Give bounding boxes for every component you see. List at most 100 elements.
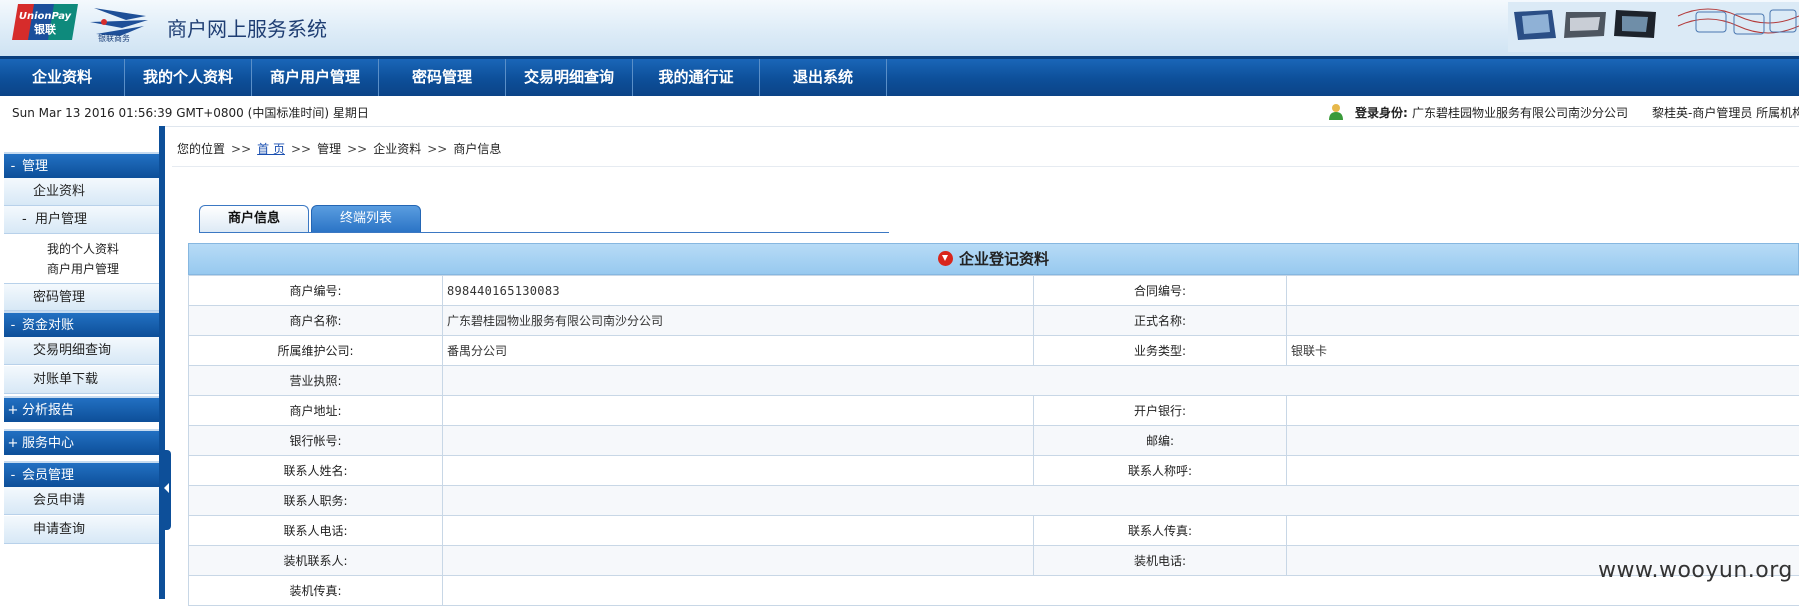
collapse-icon: -	[4, 463, 22, 489]
sidebar-section-label: 管理	[22, 159, 48, 174]
expand-icon: +	[4, 431, 22, 457]
business-license-value	[443, 366, 1799, 396]
sidebar-section-membership[interactable]: -会员管理	[4, 461, 159, 487]
collapse-icon: -	[22, 212, 27, 227]
expand-icon: +	[4, 398, 22, 424]
arrow-left-icon	[164, 483, 169, 493]
business-type-value: 银联卡	[1287, 336, 1799, 366]
field-label: 联系人称呼:	[1034, 456, 1287, 486]
field-label: 联系人职务:	[189, 486, 443, 516]
nav-my-profile[interactable]: 我的个人资料	[125, 59, 252, 96]
breadcrumb-prefix: 您的位置	[177, 142, 225, 156]
maintenance-company-value: 番禺分公司	[443, 336, 1034, 366]
breadcrumb: 您的位置>>首 页>>管理>>企业资料>>商户信息	[177, 140, 501, 157]
nav-transaction-query[interactable]: 交易明细查询	[506, 59, 633, 96]
breadcrumb-separator: >>	[427, 142, 447, 156]
sidebar-item-password[interactable]: 密码管理	[4, 283, 159, 311]
nav-my-pass[interactable]: 我的通行证	[633, 59, 760, 96]
breadcrumb-item: 企业资料	[373, 142, 421, 156]
table-row: 营业执照:	[189, 366, 1799, 396]
arrow-down-circle-icon	[938, 251, 953, 266]
field-label: 联系人姓名:	[189, 456, 443, 486]
sidebar-link-merchant-users[interactable]: 商户用户管理	[47, 260, 119, 277]
field-label: 所属维护公司:	[189, 336, 443, 366]
sidebar-item-enterprise-info[interactable]: 企业资料	[4, 178, 159, 206]
sidebar-link-my-profile[interactable]: 我的个人资料	[47, 240, 119, 257]
breadcrumb-separator: >>	[231, 142, 251, 156]
field-label: 联系人传真:	[1034, 516, 1287, 546]
field-label: 商户编号:	[189, 276, 443, 306]
collapse-icon: -	[4, 154, 22, 180]
table-row: 所属维护公司: 番禺分公司 业务类型: 银联卡	[189, 336, 1799, 366]
sidebar: -管理 企业资料 - 用户管理 我的个人资料 商户用户管理 密码管理 -资金对账…	[0, 126, 165, 599]
sidebar-item-user-management[interactable]: - 用户管理	[4, 206, 159, 234]
field-label: 邮编:	[1034, 426, 1287, 456]
tab-terminal-list[interactable]: 终端列表	[311, 205, 421, 233]
sidebar-collapse-handle[interactable]	[164, 450, 171, 530]
nav-enterprise-info[interactable]: 企业资料	[0, 59, 125, 96]
contact-title-value	[1287, 456, 1799, 486]
sidebar-section-analysis[interactable]: +分析报告	[4, 396, 159, 422]
contact-fax-value	[1287, 516, 1799, 546]
contact-phone-value	[443, 516, 1034, 546]
field-label: 合同编号:	[1034, 276, 1287, 306]
unionpay-logo-bottom: 银联	[34, 22, 56, 36]
nav-password[interactable]: 密码管理	[379, 59, 506, 96]
breadcrumb-item: 商户信息	[453, 142, 501, 156]
table-row: 联系人电话: 联系人传真:	[189, 516, 1799, 546]
field-label: 商户名称:	[189, 306, 443, 336]
user-icon	[1328, 103, 1344, 120]
field-label: 业务类型:	[1034, 336, 1287, 366]
table-row: 联系人职务:	[189, 486, 1799, 516]
main-navigation: 企业资料 我的个人资料 商户用户管理 密码管理 交易明细查询 我的通行证 退出系…	[0, 56, 1799, 96]
install-contact-value	[443, 546, 1034, 576]
bank-value	[1287, 396, 1799, 426]
sidebar-section-reconciliation[interactable]: -资金对账	[4, 311, 159, 337]
unionpay-logo-top: UnionPay	[19, 11, 72, 22]
sidebar-section-label: 会员管理	[22, 468, 74, 483]
sidebar-item-label: 用户管理	[35, 212, 87, 227]
system-title: 商户网上服务系统	[167, 13, 327, 42]
breadcrumb-separator: >>	[291, 142, 311, 156]
merchant-number-value: 898440165130083	[443, 276, 1034, 306]
table-row: 装机联系人: 装机电话:	[189, 546, 1799, 576]
nav-merchant-users[interactable]: 商户用户管理	[252, 59, 379, 96]
field-label: 正式名称:	[1034, 306, 1287, 336]
formal-name-value	[1287, 306, 1799, 336]
sidebar-section-manage[interactable]: -管理	[4, 152, 159, 178]
breadcrumb-home-link[interactable]: 首 页	[257, 142, 285, 156]
sidebar-item-apply-query[interactable]: 申请查询	[4, 516, 159, 544]
field-label: 银行帐号:	[189, 426, 443, 456]
app-header: UnionPay 银联 银联商务 商户网上服务系统	[0, 0, 1799, 56]
nav-logout[interactable]: 退出系统	[760, 59, 887, 96]
divider	[199, 232, 889, 233]
breadcrumb-item: 管理	[317, 142, 341, 156]
sidebar-section-label: 资金对账	[22, 318, 74, 333]
unionpay-logo: UnionPay 银联	[12, 1, 78, 42]
merchant-address-value	[443, 396, 1034, 426]
current-datetime: Sun Mar 13 2016 01:56:39 GMT+0800 (中国标准时…	[12, 104, 369, 121]
login-identity-label: 登录身份:	[1355, 104, 1408, 121]
contract-number-value	[1287, 276, 1799, 306]
sidebar-item-statement-download[interactable]: 对账单下载	[4, 366, 159, 394]
collapse-icon: -	[4, 313, 22, 339]
tab-merchant-info[interactable]: 商户信息	[199, 205, 309, 233]
field-label: 装机传真:	[189, 576, 443, 606]
field-label: 联系人电话:	[189, 516, 443, 546]
panel-title: 企业登记资料	[959, 250, 1049, 268]
sidebar-section-label: 分析报告	[22, 403, 74, 418]
sidebar-item-transaction-query[interactable]: 交易明细查询	[4, 337, 159, 365]
sidebar-item-member-apply[interactable]: 会员申请	[4, 487, 159, 515]
field-label: 营业执照:	[189, 366, 443, 396]
field-label: 商户地址:	[189, 396, 443, 426]
table-row: 商户名称: 广东碧桂园物业服务有限公司南沙分公司 正式名称:	[189, 306, 1799, 336]
sidebar-section-service-center[interactable]: +服务中心	[4, 429, 159, 455]
enterprise-info-table: 商户编号: 898440165130083 合同编号: 商户名称: 广东碧桂园物…	[188, 275, 1799, 606]
status-bar: Sun Mar 13 2016 01:56:39 GMT+0800 (中国标准时…	[0, 96, 1799, 127]
sidebar-section-label: 服务中心	[22, 436, 74, 451]
contact-position-value	[443, 486, 1799, 516]
table-row: 银行帐号: 邮编:	[189, 426, 1799, 456]
table-row: 联系人姓名: 联系人称呼:	[189, 456, 1799, 486]
field-label: 装机电话:	[1034, 546, 1287, 576]
divider	[172, 166, 1799, 167]
